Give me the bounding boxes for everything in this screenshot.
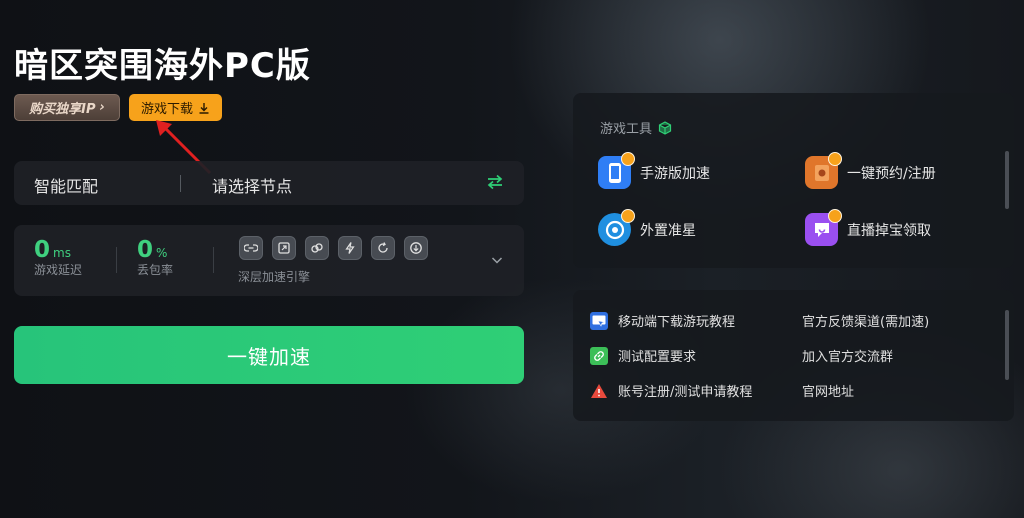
- download-icon: [199, 102, 209, 114]
- update-badge: [828, 209, 842, 223]
- chevron-right-icon: ›: [99, 100, 105, 115]
- divider: [116, 247, 117, 273]
- buy-ip-label: 购买独享IP: [29, 102, 96, 117]
- loss-label: 丢包率: [137, 263, 174, 277]
- lightning-engine-icon[interactable]: [338, 236, 362, 260]
- scrollbar-thumb[interactable]: [1005, 151, 1009, 209]
- phone-icon: [598, 152, 635, 189]
- download-label: 游戏下载: [140, 102, 193, 117]
- tool-label: 直播掉宝领取: [847, 222, 931, 239]
- match-mode-label[interactable]: 智能匹配: [34, 173, 98, 197]
- node-selector-bar[interactable]: 智能匹配 请选择节点: [14, 161, 524, 205]
- link-icon: [590, 346, 608, 365]
- tool-label: 外置准星: [640, 222, 696, 239]
- chevron-down-icon[interactable]: [491, 255, 503, 265]
- latency-value: 0: [34, 237, 51, 263]
- crosshair-icon: [598, 209, 635, 246]
- links-panel: 移动端下载游玩教程 官方反馈渠道(需加速) 测试配置要求 加入官方交流群 账号注…: [573, 290, 1014, 421]
- link-official-site[interactable]: 官网地址: [802, 381, 854, 400]
- link-mobile-tutorial[interactable]: 移动端下载游玩教程: [590, 311, 735, 330]
- buy-exclusive-ip-button[interactable]: 购买独享IP ›: [14, 94, 120, 121]
- engine-icons: [239, 236, 428, 260]
- game-download-button[interactable]: 游戏下载: [129, 94, 222, 121]
- tool-label: 一键预约/注册: [847, 165, 936, 182]
- game-tools-panel: 游戏工具 手游版加速 一键预约/注册 外置准星 直播掉宝领取: [573, 93, 1014, 268]
- window-engine-icon[interactable]: [272, 236, 296, 260]
- tool-crosshair[interactable]: 外置准星: [598, 209, 696, 246]
- www-icon: [590, 311, 608, 330]
- update-badge: [621, 209, 635, 223]
- warning-icon: [590, 382, 608, 400]
- tool-reserve-register[interactable]: 一键预约/注册: [805, 152, 936, 189]
- loss-unit: %: [156, 246, 168, 260]
- update-badge: [621, 152, 635, 166]
- tool-live-drops[interactable]: 直播掉宝领取: [805, 209, 931, 246]
- link-join-group[interactable]: 加入官方交流群: [802, 346, 893, 365]
- tool-mobile-accelerate[interactable]: 手游版加速: [598, 152, 710, 189]
- divider: [213, 247, 214, 273]
- scrollbar-thumb[interactable]: [1005, 310, 1009, 380]
- stats-panel: 0 ms 游戏延迟 0% 丢包率 深层加速引擎: [14, 225, 524, 296]
- cube-icon: [658, 120, 672, 135]
- download-engine-icon[interactable]: [404, 236, 428, 260]
- reserve-icon: [805, 152, 842, 189]
- one-click-accelerate-button[interactable]: 一键加速: [14, 326, 524, 384]
- tools-title: 游戏工具: [600, 118, 672, 137]
- loss-value: 0: [137, 237, 154, 263]
- divider: [180, 175, 181, 192]
- packet-loss-stat: 0% 丢包率: [137, 237, 173, 278]
- node-select[interactable]: 请选择节点: [212, 173, 292, 197]
- link-engine-icon[interactable]: [239, 236, 263, 260]
- switch-arrows-icon[interactable]: [486, 173, 504, 191]
- page-title: 暗区突围海外PC版: [14, 46, 311, 86]
- engine-label: 深层加速引擎: [238, 270, 311, 284]
- latency-label: 游戏延迟: [34, 263, 83, 277]
- link-register-tutorial[interactable]: 账号注册/测试申请教程: [590, 381, 752, 400]
- refresh-engine-icon[interactable]: [371, 236, 395, 260]
- latency-unit: ms: [53, 246, 71, 260]
- chain-engine-icon[interactable]: [305, 236, 329, 260]
- link-feedback[interactable]: 官方反馈渠道(需加速): [802, 311, 929, 330]
- link-test-config[interactable]: 测试配置要求: [590, 346, 696, 365]
- update-badge: [828, 152, 842, 166]
- latency-stat: 0 ms 游戏延迟: [34, 237, 82, 278]
- live-drop-icon: [805, 209, 842, 246]
- tool-label: 手游版加速: [640, 165, 710, 182]
